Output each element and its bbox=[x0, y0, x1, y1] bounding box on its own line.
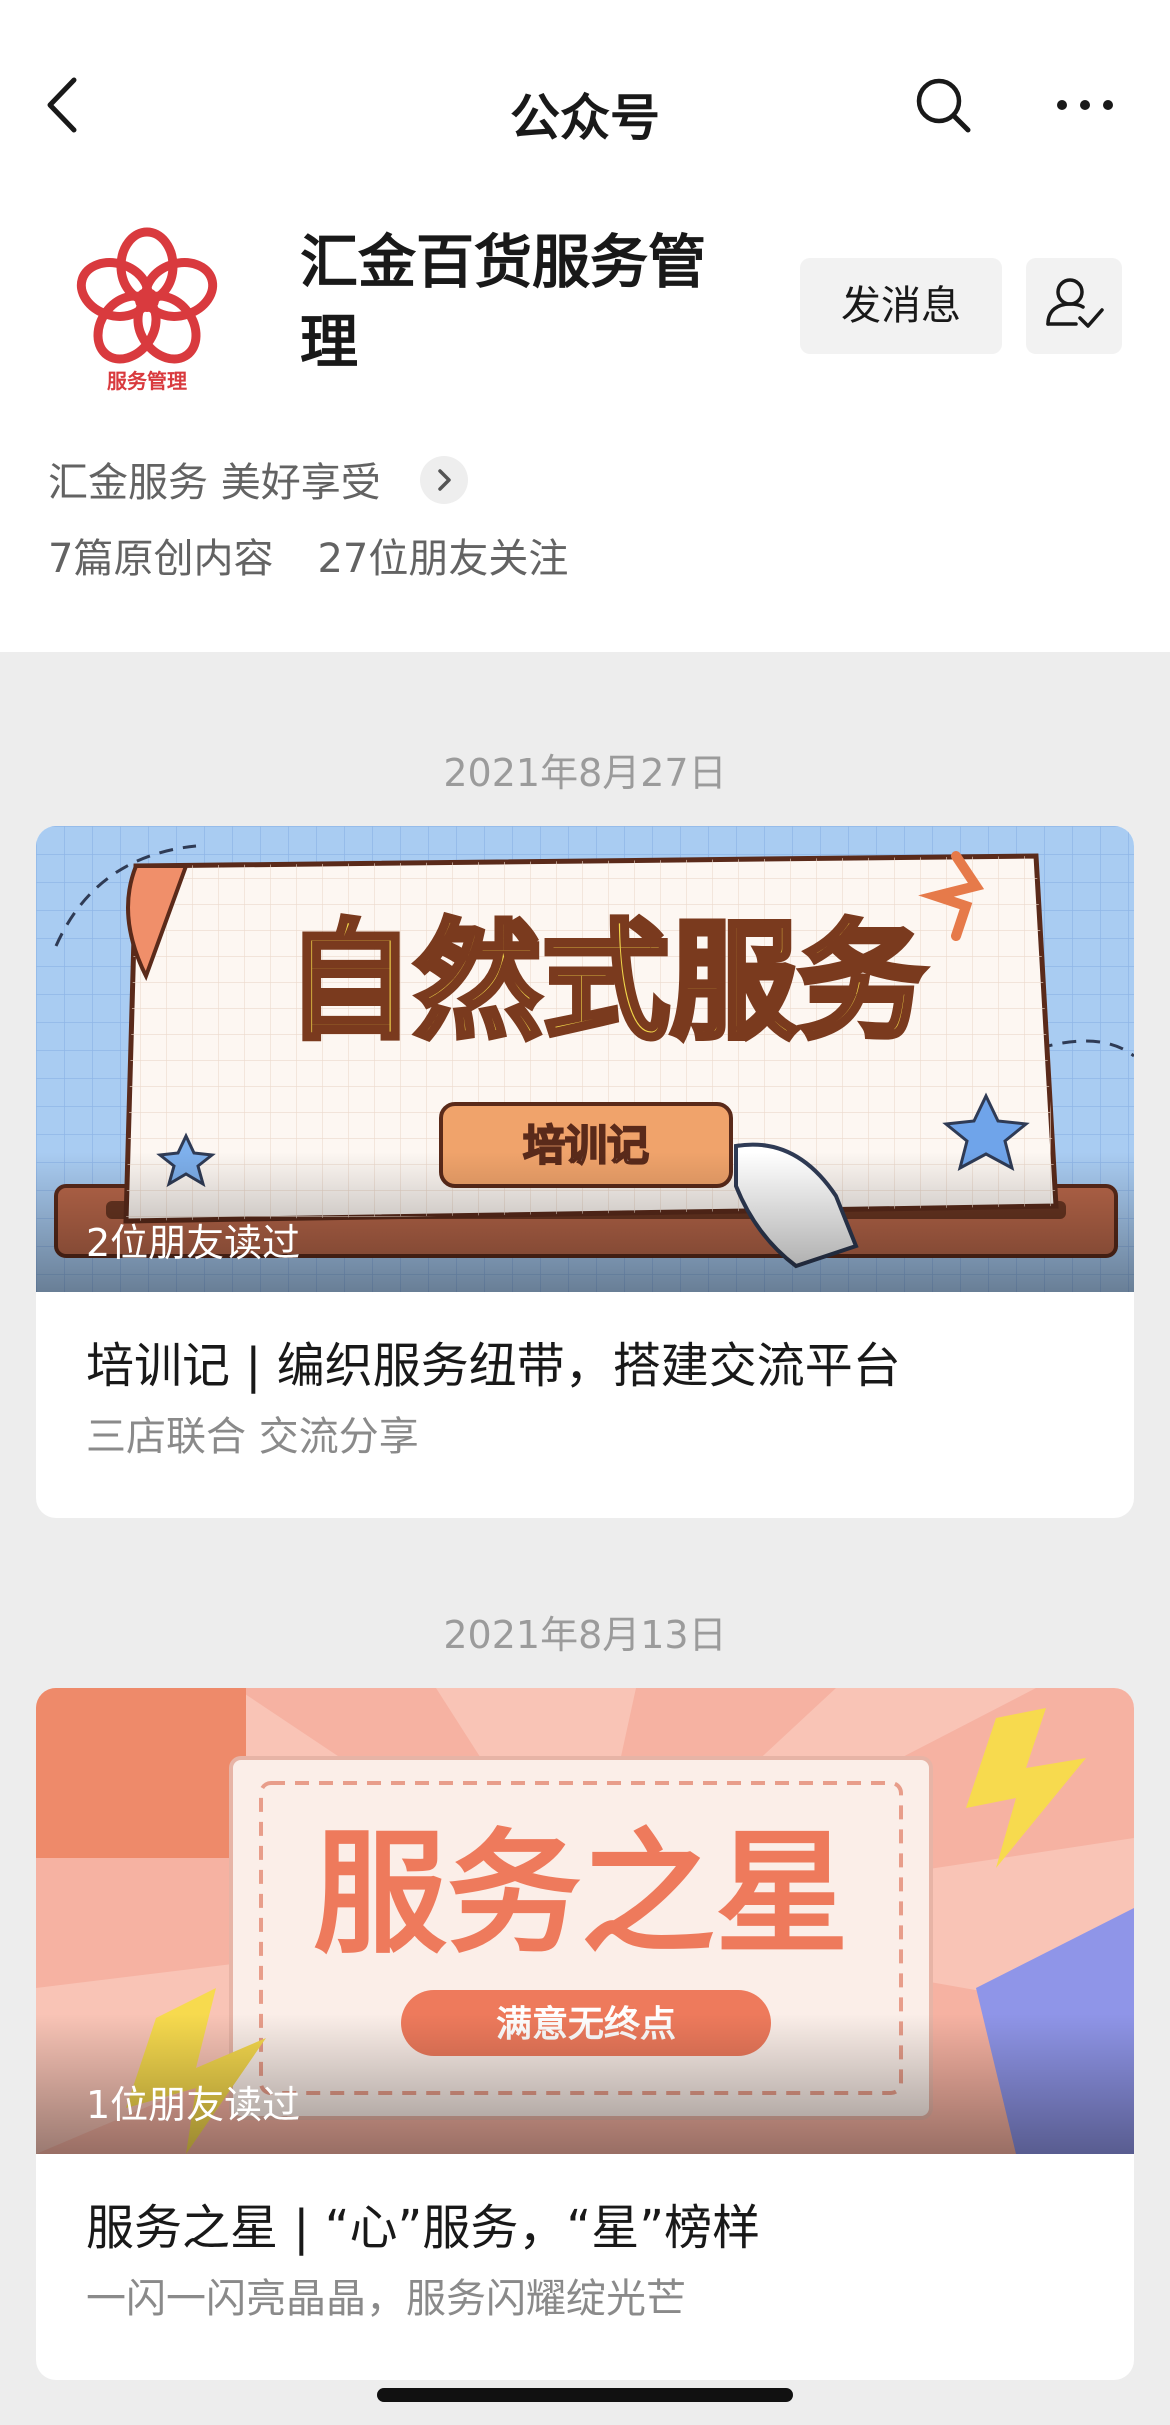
friends-read-count: 2位朋友读过 bbox=[86, 1221, 301, 1265]
account-stats: 7篇原创内容 27位朋友关注 bbox=[48, 526, 568, 584]
original-count[interactable]: 7篇原创内容 bbox=[48, 536, 273, 582]
send-message-button[interactable]: 发消息 bbox=[800, 258, 1002, 354]
follower-count[interactable]: 27位朋友关注 bbox=[317, 536, 568, 582]
article-subtitle: 三店联合 交流分享 bbox=[86, 1414, 419, 1460]
article-date: 2021年8月13日 bbox=[443, 1613, 727, 1657]
account-logo[interactable]: 服务管理 bbox=[62, 218, 232, 398]
article-card[interactable]: 自然式服务 培训记 2位朋友读过 培训记 | 编织服务纽带，搭建交流平台 三店联… bbox=[36, 826, 1134, 1518]
home-indicator bbox=[377, 2388, 793, 2402]
article-card[interactable]: 服务之星 满意无终点 1位朋友读过 服务之星 | “心”服务，“星”榜样 一闪一… bbox=[36, 1688, 1134, 2380]
chevron-right-icon[interactable] bbox=[420, 456, 468, 504]
account-slogan[interactable]: 汇金服务 美好享受 bbox=[48, 450, 381, 508]
article-date: 2021年8月27日 bbox=[443, 751, 727, 795]
cover-heading: 服务之星 bbox=[313, 1816, 849, 1972]
cover-heading: 自然式服务 bbox=[286, 908, 926, 1057]
account-header: 公众号 服务管理 汇金百货服务管理 发消息 汇金服务 美好享受 7篇原创内容 2… bbox=[0, 0, 1170, 652]
logo-text: 服务管理 bbox=[107, 369, 187, 393]
page-title: 公众号 bbox=[510, 89, 660, 147]
nav-bar: 公众号 bbox=[0, 30, 1170, 180]
friends-read-count: 1位朋友读过 bbox=[86, 2083, 301, 2127]
article-title[interactable]: 服务之星 | “心”服务，“星”榜样 bbox=[86, 2188, 760, 2258]
account-name: 汇金百货服务管理 bbox=[300, 228, 707, 376]
article-title[interactable]: 培训记 | 编织服务纽带，搭建交流平台 bbox=[86, 1326, 901, 1396]
article-subtitle: 一闪一闪亮晶晶，服务闪耀绽光芒 bbox=[86, 2276, 686, 2322]
more-dots-icon[interactable] bbox=[1052, 72, 1118, 138]
follow-button[interactable] bbox=[1026, 258, 1122, 354]
search-icon[interactable] bbox=[910, 72, 976, 138]
user-check-icon bbox=[1046, 278, 1104, 328]
